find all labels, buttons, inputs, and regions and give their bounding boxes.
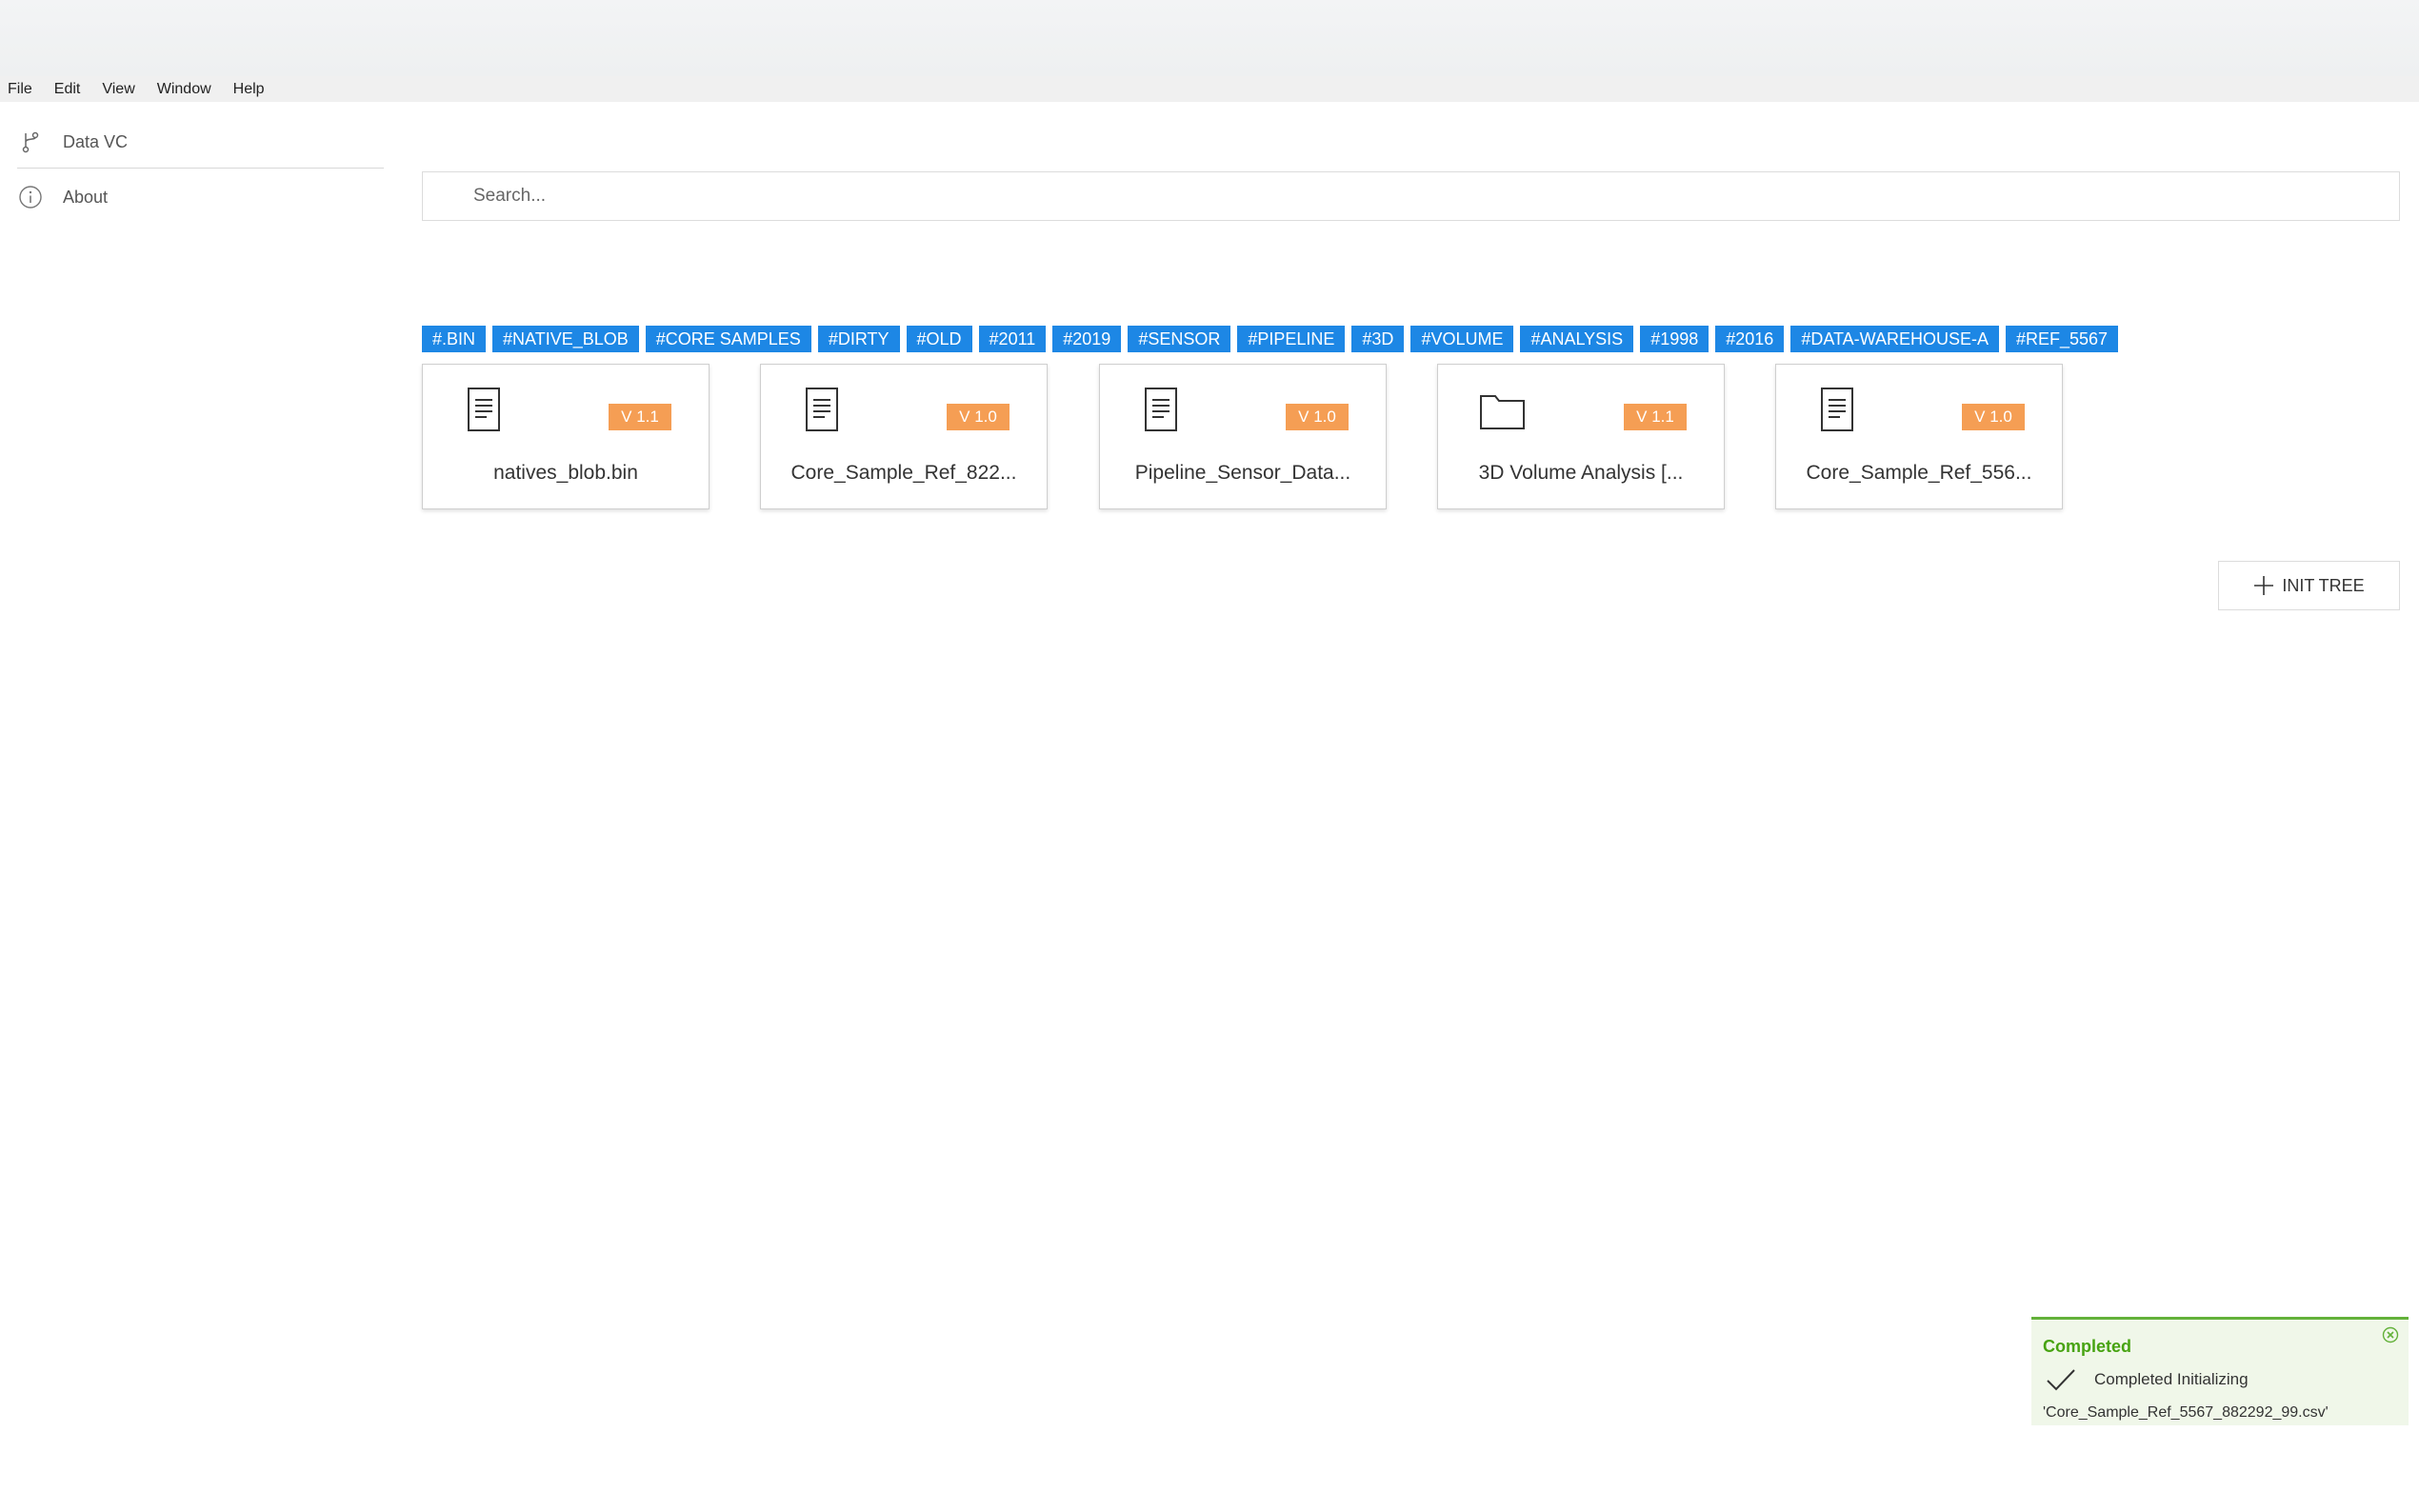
document-icon xyxy=(1140,385,1182,434)
tag-chip[interactable]: #.BIN xyxy=(422,326,487,352)
sidebar-item-label: About xyxy=(63,187,109,207)
tag-chip[interactable]: #2019 xyxy=(1052,326,1122,352)
sidebar-item-label: Data VC xyxy=(63,131,129,151)
tag-chip[interactable]: #3D xyxy=(1351,326,1405,352)
tag-chip[interactable]: #PIPELINE xyxy=(1237,326,1346,352)
file-card[interactable]: V 1.0 Pipeline_Sensor_Data... xyxy=(1099,364,1387,509)
notification-toast: Completed Completed Initializing 'Core_S… xyxy=(2031,1317,2409,1425)
card-name: natives_blob.bin xyxy=(493,462,638,484)
file-card[interactable]: V 1.1 natives_blob.bin xyxy=(422,364,710,509)
card-name: Pipeline_Sensor_Data... xyxy=(1134,462,1351,484)
document-icon xyxy=(801,385,843,434)
file-card[interactable]: V 1.0 Core_Sample_Ref_556... xyxy=(1775,364,2063,509)
tag-chip[interactable]: #2011 xyxy=(978,326,1047,352)
close-icon[interactable] xyxy=(2382,1326,2399,1343)
tag-chip[interactable]: #OLD xyxy=(906,326,972,352)
card-name: Core_Sample_Ref_556... xyxy=(1806,462,2032,484)
tag-chip[interactable]: #REF_5567 xyxy=(2006,326,2119,352)
menu-file[interactable]: File xyxy=(8,81,32,98)
tag-chip[interactable]: #CORE SAMPLES xyxy=(645,326,811,352)
version-badge: V 1.0 xyxy=(1286,404,1349,430)
plus-icon xyxy=(2253,575,2274,596)
version-badge: V 1.0 xyxy=(947,404,1010,430)
tag-chip[interactable]: #DATA-WAREHOUSE-A xyxy=(1790,326,1999,352)
menu-window[interactable]: Window xyxy=(157,81,211,98)
window-title-bar xyxy=(0,0,2419,76)
version-badge: V 1.0 xyxy=(1962,404,2025,430)
init-tree-label: INIT TREE xyxy=(2282,575,2365,595)
search-input[interactable] xyxy=(422,171,2400,221)
tag-chip[interactable]: #1998 xyxy=(1640,326,1709,352)
menu-bar: File Edit View Window Help xyxy=(0,76,2419,102)
card-name: Core_Sample_Ref_822... xyxy=(790,462,1017,484)
file-card[interactable]: V 1.0 Core_Sample_Ref_822... xyxy=(760,364,1048,509)
sidebar-item-data-vc[interactable]: Data VC xyxy=(17,121,384,163)
branch-icon xyxy=(17,129,44,155)
toast-filename: 'Core_Sample_Ref_5567_882292_99.csv' xyxy=(2043,1404,2329,1421)
tag-chip[interactable]: #VOLUME xyxy=(1410,326,1514,352)
tag-chip[interactable]: #ANALYSIS xyxy=(1520,326,1634,352)
card-name: 3D Volume Analysis [... xyxy=(1478,462,1684,484)
sidebar: Data VC About xyxy=(0,102,386,1512)
sidebar-divider xyxy=(17,168,384,169)
folder-icon xyxy=(1478,385,1525,434)
folder-card[interactable]: V 1.1 3D Volume Analysis [... xyxy=(1437,364,1725,509)
version-badge: V 1.1 xyxy=(609,404,671,430)
sidebar-item-about[interactable]: About xyxy=(17,176,384,218)
tag-list: #.BIN #NATIVE_BLOB #CORE SAMPLES #DIRTY … xyxy=(422,326,2125,352)
menu-edit[interactable]: Edit xyxy=(54,81,81,98)
tag-chip[interactable]: #DIRTY xyxy=(817,326,900,352)
init-tree-button[interactable]: INIT TREE xyxy=(2218,561,2400,610)
menu-help[interactable]: Help xyxy=(233,81,265,98)
tag-chip[interactable]: #2016 xyxy=(1715,326,1785,352)
document-icon xyxy=(463,385,505,434)
toast-message: Completed Initializing xyxy=(2094,1370,2249,1388)
document-icon xyxy=(1816,385,1858,434)
tag-chip[interactable]: #NATIVE_BLOB xyxy=(492,326,639,352)
tag-chip[interactable]: #SENSOR xyxy=(1128,326,1231,352)
check-icon xyxy=(2045,1367,2077,1392)
info-icon xyxy=(17,184,44,210)
menu-view[interactable]: View xyxy=(102,81,134,98)
version-badge: V 1.1 xyxy=(1624,404,1687,430)
toast-title: Completed xyxy=(2043,1337,2132,1356)
